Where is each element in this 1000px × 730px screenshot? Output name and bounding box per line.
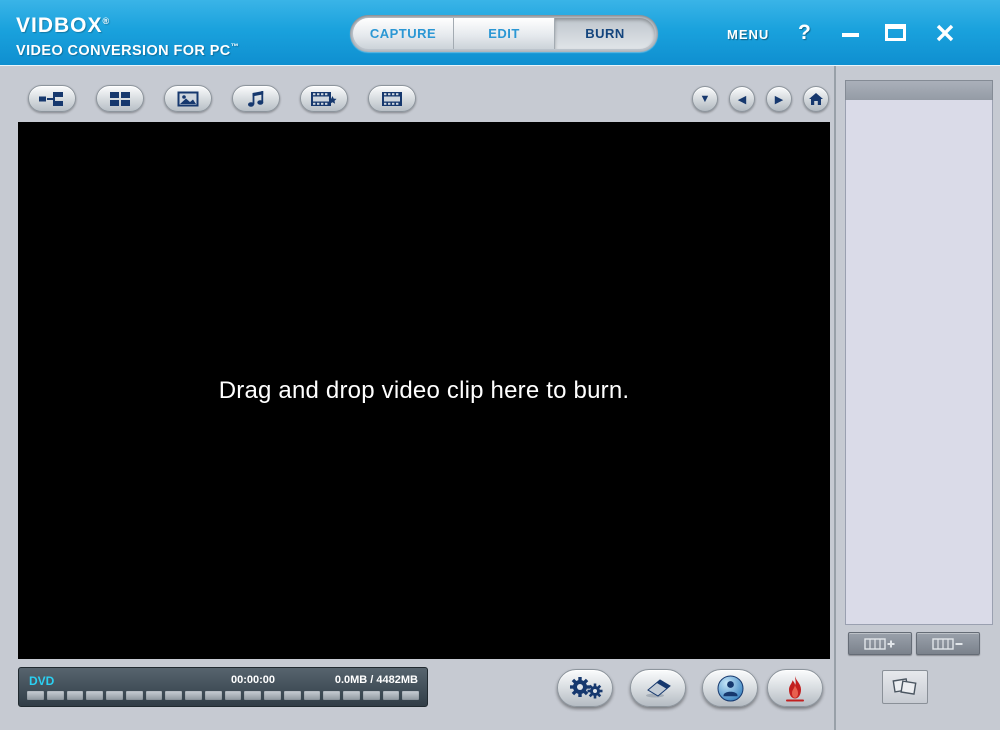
home-icon <box>809 93 823 105</box>
mode-tab-group: CAPTURE EDIT BURN <box>350 15 658 52</box>
flame-icon <box>786 675 804 701</box>
burn-button[interactable] <box>767 669 823 707</box>
disc-status-bar: DVD 00:00:00 0.0MB / 4482MB <box>18 667 428 707</box>
device-connect-icon <box>39 91 63 106</box>
registered-mark: ® <box>102 16 111 26</box>
nav-down-button[interactable]: ▼ <box>692 86 718 112</box>
disc-capacity: 0.0MB / 4482MB <box>334 674 418 686</box>
meter-segment <box>264 691 281 700</box>
disc-info-button[interactable] <box>702 669 758 707</box>
thumbnails-button[interactable] <box>96 85 144 112</box>
meter-segment <box>343 691 360 700</box>
meter-segment <box>382 691 400 700</box>
meter-segment <box>303 691 321 700</box>
meter-segment <box>46 691 64 700</box>
film-add-icon <box>864 637 895 650</box>
minimize-button[interactable] <box>842 33 859 37</box>
burn-list-header <box>845 80 993 101</box>
burn-drop-zone[interactable]: Drag and drop video clip here to burn. <box>18 122 830 659</box>
meter-segment <box>224 691 242 700</box>
meter-segment <box>106 691 123 700</box>
film-remove-icon <box>932 637 963 650</box>
trademark-mark: ™ <box>230 42 240 51</box>
thumbnails-icon <box>110 91 130 106</box>
logo-title: VIDBOX® <box>16 9 239 38</box>
app-logo: VIDBOX® VIDEO CONVERSION FOR PC™ <box>16 9 239 60</box>
audio-button[interactable] <box>232 85 280 112</box>
nav-forward-button[interactable]: ▶ <box>766 86 792 112</box>
add-chapter-button[interactable] <box>848 632 912 655</box>
video-clip-icon <box>382 91 402 106</box>
meter-segment <box>362 691 380 700</box>
logo-subtitle: VIDEO CONVERSION FOR PC™ <box>16 38 239 60</box>
nav-back-button[interactable]: ◀ <box>729 86 755 112</box>
burn-list-panel <box>834 66 1000 730</box>
tab-burn[interactable]: BURN <box>555 18 655 49</box>
meter-segment <box>402 691 419 700</box>
logo-title-text: VIDBOX <box>16 14 103 37</box>
title-bar: VIDBOX® VIDEO CONVERSION FOR PC™ CAPTURE… <box>0 0 1000 66</box>
video-clip-button[interactable] <box>368 85 416 112</box>
meter-segment <box>145 691 163 700</box>
menu-button[interactable]: MENU <box>727 27 769 42</box>
drop-message: Drag and drop video clip here to burn. <box>218 376 630 404</box>
arrow-left-icon: ◀ <box>737 93 747 106</box>
help-button[interactable]: ? <box>798 21 811 45</box>
meter-segment <box>165 691 182 700</box>
meter-segment <box>323 691 340 700</box>
tab-capture[interactable]: CAPTURE <box>353 18 454 49</box>
disc-type-label: DVD <box>29 674 55 688</box>
info-person-icon <box>717 675 743 701</box>
audio-notes-icon <box>248 90 264 107</box>
elapsed-time: 00:00:00 <box>231 674 276 686</box>
meter-segment <box>283 691 301 700</box>
meter-segment <box>244 691 261 700</box>
device-connect-button[interactable] <box>28 85 76 112</box>
maximize-button[interactable] <box>885 24 906 41</box>
close-button[interactable] <box>935 23 955 43</box>
gears-icon <box>570 677 603 699</box>
image-icon <box>177 91 199 106</box>
burn-list[interactable] <box>845 100 993 625</box>
photos-icon <box>892 678 917 695</box>
capacity-meter <box>27 691 419 700</box>
meter-segment <box>86 691 103 700</box>
image-button[interactable] <box>164 85 212 112</box>
eraser-icon <box>646 679 671 698</box>
meter-segment <box>125 691 143 700</box>
arrow-down-icon: ▼ <box>699 93 711 105</box>
meter-segment <box>204 691 222 700</box>
meter-segment <box>66 691 84 700</box>
tab-edit[interactable]: EDIT <box>454 18 555 49</box>
erase-disc-button[interactable] <box>630 669 686 707</box>
video-settings-button[interactable] <box>300 85 348 112</box>
logo-subtitle-text: VIDEO CONVERSION FOR PC <box>16 42 231 59</box>
arrow-right-icon: ▶ <box>774 93 784 106</box>
nav-home-button[interactable] <box>803 86 829 112</box>
meter-segment <box>185 691 202 700</box>
photos-button[interactable] <box>882 670 928 704</box>
remove-chapter-button[interactable] <box>916 632 980 655</box>
video-settings-icon <box>310 91 337 106</box>
burn-settings-button[interactable] <box>557 669 613 707</box>
close-icon <box>936 24 954 42</box>
meter-segment <box>27 691 44 700</box>
